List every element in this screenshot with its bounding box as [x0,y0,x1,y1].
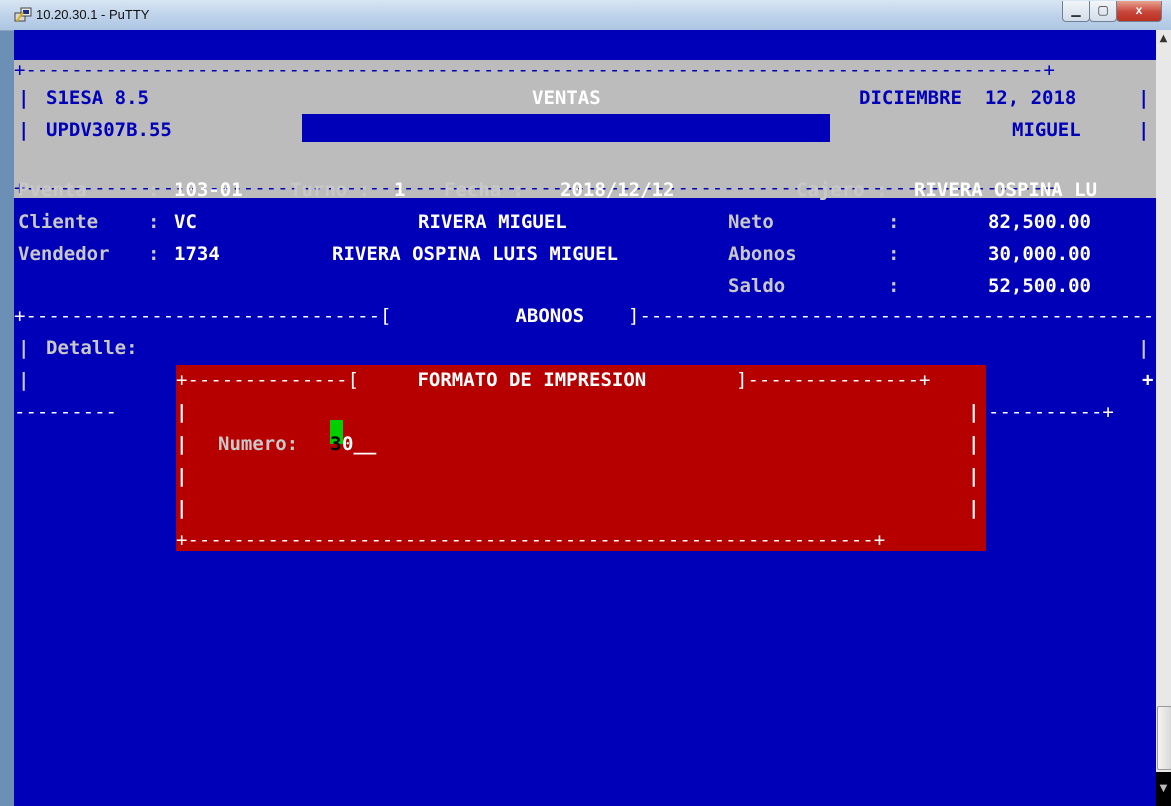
abonos-title: ABONOS [504,305,596,327]
fecha-value: 2018/12/12 [560,179,675,201]
close-button[interactable]: x [1116,1,1162,22]
popup-right-bar: | [968,465,980,487]
window-title: 10.20.30.1 - PuTTY [36,7,150,22]
abonos-border-right: ]---------------------------------------… [628,305,1156,327]
popup-left-bar: | [176,497,188,519]
abonos-right-plus: + [1142,369,1154,391]
saldo-colon: : [888,275,900,297]
pventa-label: Pventa [18,179,87,201]
saldo-label: Saldo [728,275,786,297]
program-id: UPDV307B.55 [46,119,172,141]
turno-value: 1 [394,179,406,201]
popup-bottom-border: +---------------------------------------… [176,529,886,551]
neto-value: 82,500.00 [988,211,1091,233]
popup-title: FORMATO DE IMPRESION [406,369,658,391]
abonos-right-dashes: ----------+ [988,401,1114,423]
popup-left-bar: | [176,401,188,423]
cliente-label: Cliente [18,211,99,233]
cliente-code: VC [174,211,197,233]
popup-border-right: ]---------------+ [736,369,931,391]
header-left-bar: | [18,119,30,141]
header-user: MIGUEL [1012,119,1081,141]
abonos-right-bar: | [1138,337,1150,359]
numero-label: Numero: [218,433,299,455]
numero-field-first-char[interactable]: 3 [330,432,341,456]
maximize-button[interactable]: ▢ [1089,1,1117,22]
header-date: DICIEMBRE 12, 2018 [859,87,1077,109]
abonos-left-bar: | [18,369,30,391]
terminal-screen[interactable]: +---------------------------------------… [14,30,1156,806]
fecha-label: Fecha : [444,179,525,201]
scroll-up-icon[interactable]: ▲ [1156,30,1171,48]
minimize-button[interactable]: ▁ [1062,1,1090,22]
header-top-border: +---------------------------------------… [14,59,1055,81]
popup-right-bar: | [968,497,980,519]
popup-left-bar: | [176,465,188,487]
scroll-down-icon[interactable]: ▼ [1156,772,1171,806]
saldo-value: 52,500.00 [988,275,1091,297]
popup-right-bar: | [968,433,980,455]
abonos-border-left: +-------------------------------[ [14,305,392,327]
vendedor-name: RIVERA OSPINA LUIS MIGUEL [332,243,618,265]
header-right-bar: | [1138,119,1150,141]
cajero-label: Cajero : [796,179,888,201]
abonos-left-dashes: --------- [14,401,117,423]
popup-border-left: +--------------[ [176,369,360,391]
abonos-colon: : [888,243,900,265]
window-titlebar[interactable]: 10.20.30.1 - PuTTY ▁ ▢ x [0,0,1171,31]
pventa-colon: : [148,179,160,201]
cajero-value: RIVERA OSPINA LU [914,179,1098,201]
vendedor-colon: : [148,243,160,265]
module-subtitle: PEDIDOS SEPARADOS Y FACTURACION [328,119,683,141]
turno-label: Turno : [290,179,371,201]
header-left-bar: | [18,87,30,109]
header-right-bar: | [1138,87,1150,109]
neto-label: Neto [728,211,774,233]
system-version: S1ESA 8.5 [46,87,149,109]
vendedor-label: Vendedor [18,243,110,265]
cliente-colon: : [148,211,160,233]
popup-right-bar: | [968,401,980,423]
numero-input[interactable]: 0__ [342,432,376,456]
abonos-label: Abonos [728,243,797,265]
detalle-label: Detalle: [46,337,138,359]
cliente-name: RIVERA MIGUEL [418,211,567,233]
vertical-scrollbar[interactable] [1156,30,1171,806]
print-format-dialog[interactable] [176,365,986,551]
putty-icon [14,7,32,22]
pventa-value: 103-01 [174,179,243,201]
neto-colon: : [888,211,900,233]
scroll-thumb[interactable] [1157,706,1171,770]
module-title: VENTAS [532,87,601,109]
abonos-left-bar: | [18,337,30,359]
vendedor-code: 1734 [174,243,220,265]
abonos-value: 30,000.00 [988,243,1091,265]
popup-left-bar: | [176,433,188,455]
